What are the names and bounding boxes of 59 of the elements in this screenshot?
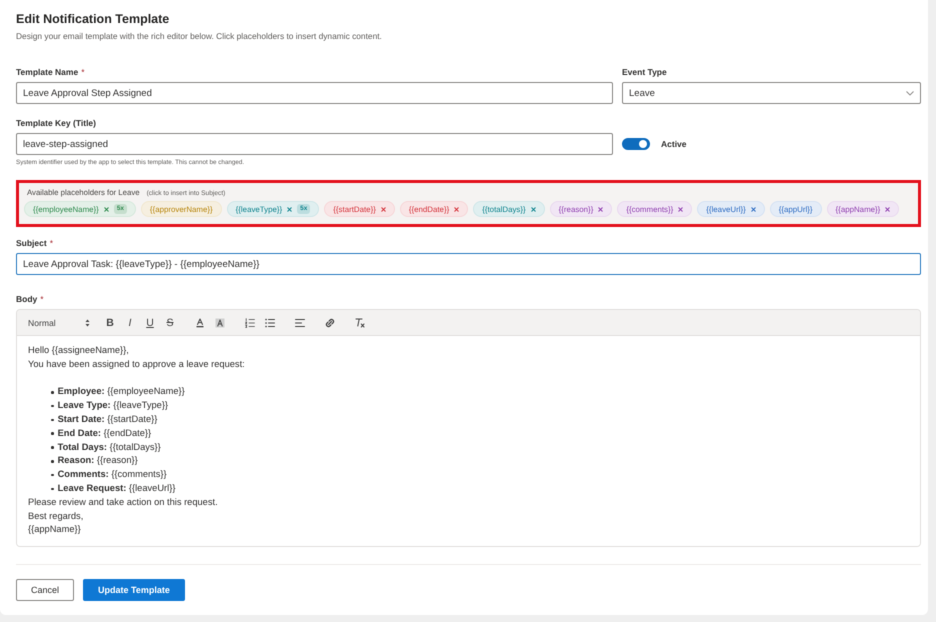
- bullet-icon: [51, 418, 54, 422]
- list-item-text: Comments: {{comments}}: [58, 468, 167, 482]
- body-paragraph: You have been assigned to approve a leave request:: [28, 358, 246, 371]
- bulleted-list-icon: [265, 318, 275, 328]
- close-icon[interactable]: [104, 206, 109, 212]
- underline-button[interactable]: U: [140, 314, 160, 332]
- field-label: Body *: [16, 293, 45, 305]
- clear-format-icon: [355, 318, 365, 328]
- cancel-button[interactable]: Cancel: [16, 579, 74, 601]
- field-label: Subject *: [16, 237, 54, 249]
- field-label: Template Key (Title): [16, 117, 97, 129]
- close-icon[interactable]: [454, 206, 460, 212]
- body-paragraph: Hello {{assigneeName}},: [28, 344, 130, 357]
- page-title: Edit Notification Template: [16, 11, 170, 27]
- list-item-text: Total Days: {{totalDays}}: [58, 440, 161, 454]
- template-key-input[interactable]: leave-step-assigned: [16, 133, 613, 155]
- field-label: Event Type: [622, 66, 668, 78]
- close-icon[interactable]: [750, 206, 756, 212]
- body-paragraph: Best regards,: [28, 510, 84, 523]
- chevron-down-icon: [906, 90, 914, 96]
- align-left-icon: [295, 318, 305, 328]
- bullet-icon: [51, 432, 54, 435]
- page-subtitle: Design your email template with the rich editor below. Click placeholders to insert dynamic content.: [16, 30, 383, 42]
- bullet-icon: [51, 474, 54, 476]
- highlight-color-icon: [215, 318, 225, 328]
- list-item-text: Reason: {{reason}}: [58, 454, 138, 468]
- heading-picker[interactable]: Normal: [28, 314, 90, 332]
- field-label: Template Name *: [16, 66, 86, 78]
- bullet-icon: [51, 390, 54, 394]
- list-item-text: Start Date: {{startDate}}: [58, 412, 158, 426]
- bullet-icon: [51, 488, 54, 490]
- template-name-input[interactable]: Leave Approval Step Assigned: [16, 82, 613, 104]
- close-icon[interactable]: [885, 206, 890, 212]
- close-icon[interactable]: [287, 206, 292, 212]
- link-icon: [325, 318, 335, 328]
- body-paragraph: Please review and take action on this request.: [28, 496, 219, 509]
- list-item-text: End Date: {{endDate}}: [58, 426, 152, 440]
- toggle-label: Active: [661, 139, 687, 149]
- active-toggle[interactable]: [622, 138, 650, 150]
- bullet-icon: [51, 446, 54, 449]
- list-item-text: Employee: {{employeeName}}: [58, 385, 185, 398]
- numbered-list-icon: [245, 318, 255, 328]
- close-icon[interactable]: [598, 206, 604, 212]
- close-icon[interactable]: [678, 206, 684, 212]
- body-paragraph: {{appName}}: [28, 523, 82, 536]
- update-button[interactable]: Update Template: [83, 579, 185, 601]
- bold-button[interactable]: B: [100, 314, 120, 332]
- italic-button[interactable]: I: [120, 314, 140, 332]
- close-icon[interactable]: [530, 206, 536, 212]
- bullet-icon: [51, 404, 54, 408]
- close-icon[interactable]: [380, 206, 386, 212]
- list-item-text: Leave Request: {{leaveUrl}}: [58, 482, 176, 495]
- font-color-icon: [195, 318, 205, 328]
- list-item-text: Leave Type: {{leaveType}}: [58, 399, 168, 412]
- subject-input[interactable]: Leave Approval Task: {{leaveType}} - {{employeeName}}: [16, 253, 921, 275]
- bullet-icon: [51, 460, 54, 463]
- event-type-select[interactable]: Leave: [622, 82, 921, 104]
- strikethrough-button[interactable]: S: [160, 314, 180, 332]
- up-down-arrows-icon: [85, 318, 90, 326]
